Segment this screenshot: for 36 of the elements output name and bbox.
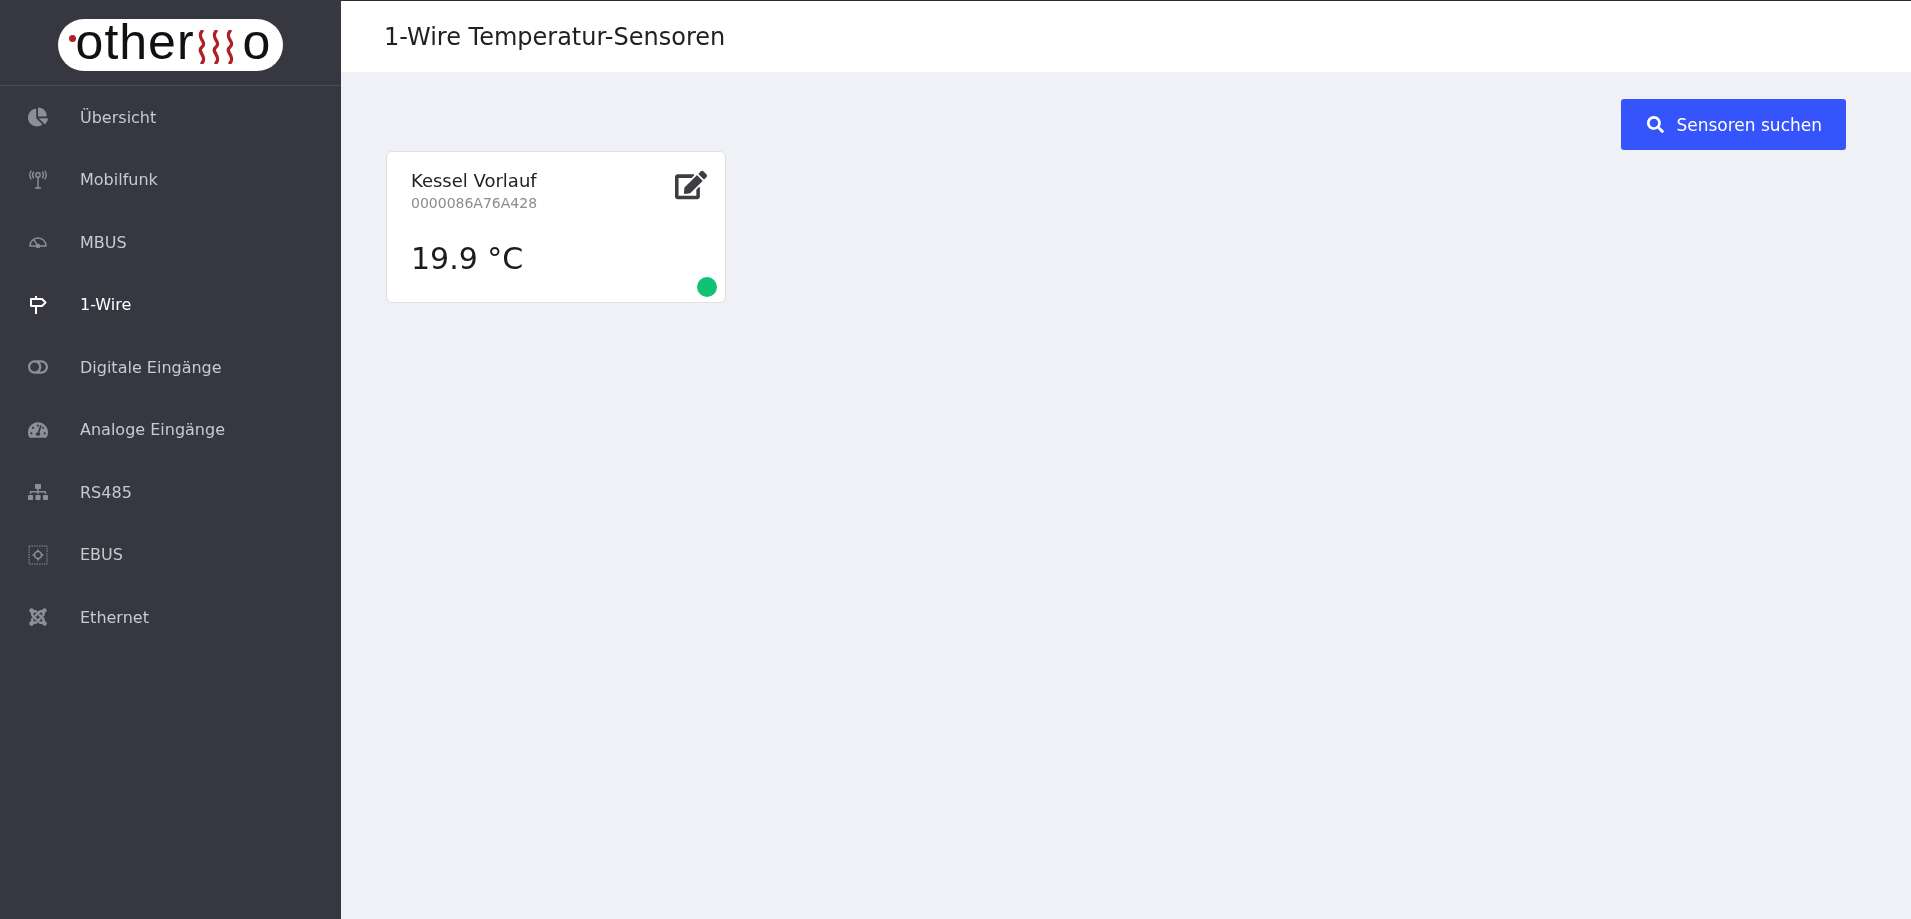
search-icon bbox=[1647, 116, 1665, 133]
page-title: 1-Wire Temperatur-Sensoren bbox=[384, 22, 726, 51]
sidebar-item[interactable]: Analoge Eingänge bbox=[0, 398, 341, 461]
antenna-icon bbox=[28, 169, 48, 190]
sidebar-item-label: Analoge Eingänge bbox=[80, 420, 225, 440]
sensor-id: 0000086A76A428 bbox=[411, 195, 538, 211]
sidebar-item-label: EBUS bbox=[80, 545, 123, 565]
logo-text: other bbox=[75, 16, 195, 67]
sidebar-item[interactable]: Mobilfunk bbox=[0, 148, 341, 211]
sidebar-item-label: MBUS bbox=[80, 232, 127, 252]
logo-text: o bbox=[242, 16, 272, 67]
sidebar-item[interactable]: Digitale Eingänge bbox=[0, 336, 341, 399]
edit-button[interactable] bbox=[675, 170, 707, 200]
sidebar-item[interactable]: Ethernet bbox=[0, 586, 341, 649]
sensor-name: Kessel Vorlauf bbox=[411, 170, 537, 191]
sidebar-item[interactable]: Übersicht bbox=[0, 86, 341, 149]
sidebar-item-label: Ethernet bbox=[80, 607, 149, 627]
crosshair-icon bbox=[28, 544, 48, 565]
sidebar-item-label: 1-Wire bbox=[80, 295, 132, 315]
dot-icon bbox=[68, 34, 76, 42]
sidebar-item-label: Mobilfunk bbox=[80, 170, 158, 190]
sidebar-item[interactable]: RS485 bbox=[0, 461, 341, 524]
knot-icon bbox=[28, 607, 48, 628]
signpost-icon bbox=[28, 294, 48, 315]
sidebar-item-label: RS485 bbox=[80, 482, 132, 502]
pie-chart-icon bbox=[28, 107, 48, 128]
gauge-icon bbox=[28, 419, 48, 440]
sidebar-item[interactable]: 1-Wire bbox=[0, 273, 341, 336]
sidebar-item-label: Übersicht bbox=[80, 107, 157, 127]
temperature-value: 19.9 °C bbox=[411, 241, 524, 276]
sitemap-icon bbox=[28, 482, 48, 503]
sidebar-item[interactable]: MBUS bbox=[0, 211, 341, 274]
search-sensors-button[interactable]: Sensoren suchen bbox=[1621, 99, 1846, 150]
sidebar-item[interactable]: EBUS bbox=[0, 523, 341, 586]
edit-icon bbox=[675, 170, 707, 200]
sidebar-item-label: Digitale Eingänge bbox=[80, 357, 222, 377]
